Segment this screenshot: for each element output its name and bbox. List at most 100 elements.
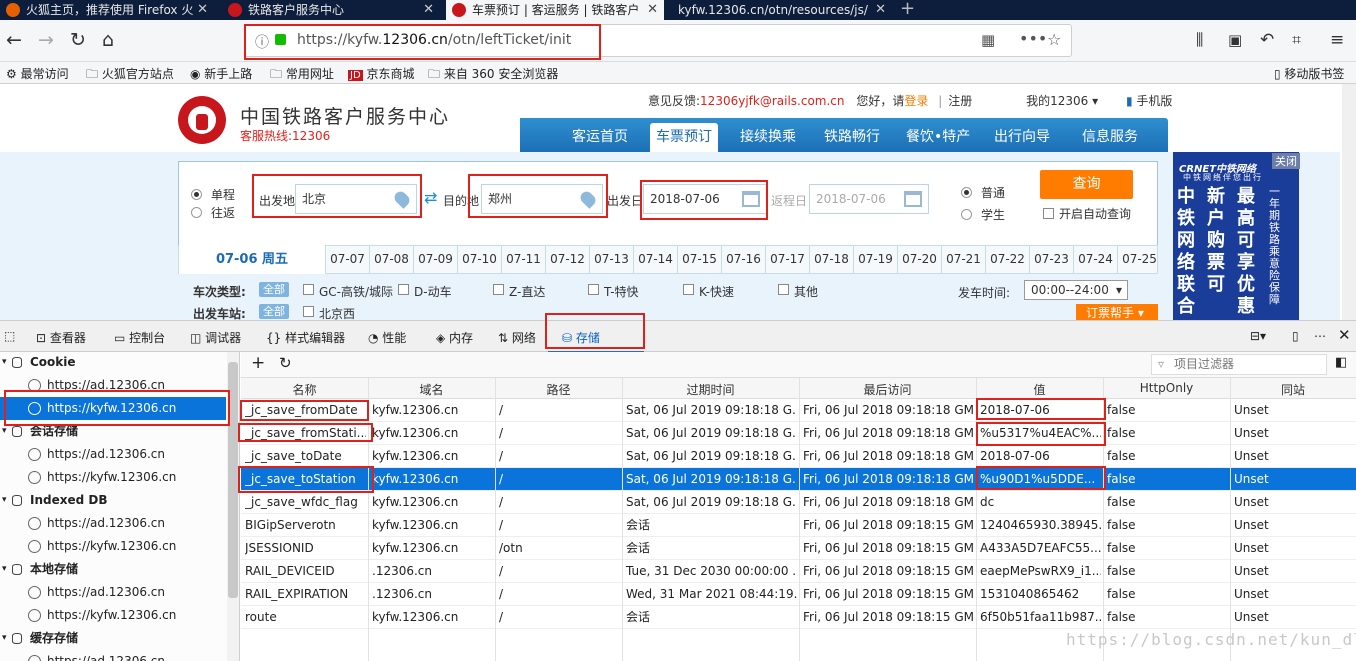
- column-header[interactable]: 值: [976, 381, 1103, 398]
- toggle-sidebar-icon[interactable]: ◧: [1335, 355, 1347, 370]
- home-icon[interactable]: ⌂: [102, 28, 114, 52]
- nav-railway-pass[interactable]: 铁路畅行: [824, 126, 880, 146]
- station-checkbox[interactable]: [303, 306, 314, 317]
- login-link[interactable]: 登录: [904, 94, 928, 108]
- tree-item[interactable]: https://kyfw.12306.cn: [0, 604, 226, 627]
- mobile-link[interactable]: 手机版: [1136, 94, 1172, 108]
- expand-arrow-icon[interactable]: ▾: [2, 352, 7, 374]
- tree-item[interactable]: https://kyfw.12306.cn: [0, 535, 226, 558]
- filter-input[interactable]: ▿ 项目过滤器: [1151, 354, 1327, 375]
- train-type-checkbox[interactable]: [778, 284, 789, 295]
- date-tab[interactable]: 07-07: [325, 246, 369, 273]
- tool-memory[interactable]: ◈ 内存: [436, 329, 473, 346]
- oneway-radio[interactable]: [191, 189, 202, 200]
- back-icon[interactable]: ←: [6, 28, 22, 52]
- column-header[interactable]: HttpOnly: [1103, 381, 1230, 395]
- reload-icon[interactable]: ↻: [70, 28, 86, 52]
- train-type-checkbox[interactable]: [398, 284, 409, 295]
- column-header[interactable]: 同站: [1230, 381, 1356, 398]
- my12306-link[interactable]: 我的12306: [1026, 94, 1088, 108]
- register-link[interactable]: 注册: [948, 94, 972, 108]
- pick-element-icon[interactable]: ⬚: [4, 329, 15, 343]
- page-scrollbar[interactable]: [1342, 84, 1356, 320]
- column-header[interactable]: 过期时间: [622, 381, 799, 398]
- tree-category[interactable]: ▾ Indexed DB: [0, 489, 226, 512]
- expand-arrow-icon[interactable]: ▾: [2, 420, 7, 443]
- date-tab[interactable]: 07-09: [413, 246, 457, 273]
- to-station-input[interactable]: 郑州: [481, 184, 603, 214]
- nav-food[interactable]: 餐饮•特产: [906, 126, 970, 146]
- forward-icon[interactable]: →: [38, 28, 54, 52]
- date-tab[interactable]: 07-20: [897, 246, 941, 273]
- date-tab[interactable]: 07-24: [1073, 246, 1117, 273]
- tool-storage[interactable]: ⛁ 存储: [562, 329, 600, 346]
- browser-tab-0[interactable]: 火狐主页，推荐使用 Firefox 火 ✕: [0, 0, 214, 20]
- booking-helper-button[interactable]: 订票帮手 ▾: [1076, 304, 1158, 320]
- close-icon[interactable]: ✕: [197, 0, 208, 20]
- library-icon[interactable]: ⫼: [1196, 28, 1203, 52]
- tree-item[interactable]: https://kyfw.12306.cn: [0, 466, 226, 489]
- tree-item[interactable]: https://ad.12306.cn: [0, 581, 226, 604]
- date-tab[interactable]: 07-25: [1117, 246, 1161, 273]
- date-tab[interactable]: 07-22: [985, 246, 1029, 273]
- expand-arrow-icon[interactable]: ▾: [2, 489, 7, 512]
- close-devtools-icon[interactable]: ✕: [1338, 326, 1351, 344]
- feedback-email-link[interactable]: 12306yjfk@rails.com.cn: [700, 94, 844, 108]
- nav-guide[interactable]: 出行向导: [994, 126, 1050, 146]
- from-station-input[interactable]: 北京: [295, 184, 417, 214]
- query-button[interactable]: 查询: [1040, 170, 1133, 199]
- add-item-icon[interactable]: +: [251, 353, 265, 373]
- column-header[interactable]: 路径: [495, 381, 622, 398]
- tree-category[interactable]: ▾ 本地存储: [0, 558, 226, 581]
- tree-category[interactable]: ▾ Cookie: [0, 352, 226, 374]
- bookmark-getting-started[interactable]: ◉ 新手上路: [190, 65, 252, 82]
- info-icon[interactable]: ⓘ: [255, 32, 269, 52]
- swap-icon[interactable]: ⇄: [424, 188, 437, 207]
- station-all[interactable]: 全部: [259, 304, 289, 319]
- browser-tab-1[interactable]: 铁路客户服务中心 ✕: [222, 0, 440, 20]
- bookmark-most-visited[interactable]: ⚙ 最常访问: [6, 65, 69, 82]
- tree-item[interactable]: https://ad.12306.cn: [0, 443, 226, 466]
- date-tab[interactable]: 07-10: [457, 246, 501, 273]
- train-type-all[interactable]: 全部: [259, 282, 289, 297]
- sidebar-icon[interactable]: ▣: [1228, 28, 1242, 52]
- date-tab[interactable]: 07-13: [589, 246, 633, 273]
- tree-item[interactable]: https://ad.12306.cn: [0, 650, 226, 661]
- tool-performance[interactable]: ◔ 性能: [368, 329, 406, 346]
- tree-category[interactable]: ▾ 会话存储: [0, 420, 226, 443]
- expand-arrow-icon[interactable]: ▾: [2, 627, 7, 650]
- date-tab-active[interactable]: 07-06 周五: [179, 245, 325, 274]
- train-type-checkbox[interactable]: [683, 284, 694, 295]
- tool-inspector[interactable]: ⊡ 查看器: [36, 329, 86, 346]
- bookmark-mobile[interactable]: ▯ 移动版书签: [1274, 65, 1344, 82]
- dock-icon[interactable]: ⊟▾: [1250, 329, 1266, 343]
- date-tab[interactable]: 07-12: [545, 246, 589, 273]
- date-tab[interactable]: 07-14: [633, 246, 677, 273]
- depart-date-input[interactable]: 2018-07-06: [643, 184, 767, 214]
- date-tab[interactable]: 07-17: [765, 246, 809, 273]
- nav-ticket[interactable]: 车票预订: [650, 123, 718, 152]
- tool-network[interactable]: ⇅ 网络: [498, 329, 536, 346]
- new-tab-icon[interactable]: +: [900, 0, 915, 19]
- bookmark-360[interactable]: 🗀 来自 360 安全浏览器: [428, 65, 558, 86]
- normal-ticket-radio[interactable]: [961, 187, 972, 198]
- date-tab[interactable]: 07-08: [369, 246, 413, 273]
- nav-home[interactable]: 客运首页: [572, 126, 628, 146]
- tool-console[interactable]: ▭ 控制台: [114, 329, 165, 346]
- roundtrip-radio[interactable]: [191, 207, 202, 218]
- undo-icon[interactable]: ↶: [1260, 28, 1274, 52]
- browser-tab-3[interactable]: kyfw.12306.cn/otn/resources/js/ ✕: [670, 0, 892, 20]
- column-header[interactable]: 域名: [368, 381, 495, 398]
- bookmark-star-icon[interactable]: ☆: [1047, 30, 1061, 49]
- date-tab[interactable]: 07-21: [941, 246, 985, 273]
- browser-tab-2[interactable]: 车票预订 | 客运服务 | 铁路客户 ✕: [446, 0, 664, 20]
- nav-info[interactable]: 信息服务: [1082, 126, 1138, 146]
- expand-arrow-icon[interactable]: ▾: [2, 558, 7, 581]
- tree-item[interactable]: https://kyfw.12306.cn: [0, 397, 226, 420]
- depart-time-select[interactable]: 00:00--24:00 ▾: [1024, 280, 1128, 300]
- bookmark-common-sites[interactable]: 🗀 常用网址: [270, 65, 334, 86]
- sidebar-scrollbar-thumb[interactable]: [228, 362, 238, 598]
- date-tab[interactable]: 07-19: [853, 246, 897, 273]
- nav-transfer[interactable]: 接续换乘: [740, 126, 796, 146]
- auto-query-checkbox[interactable]: [1043, 208, 1054, 219]
